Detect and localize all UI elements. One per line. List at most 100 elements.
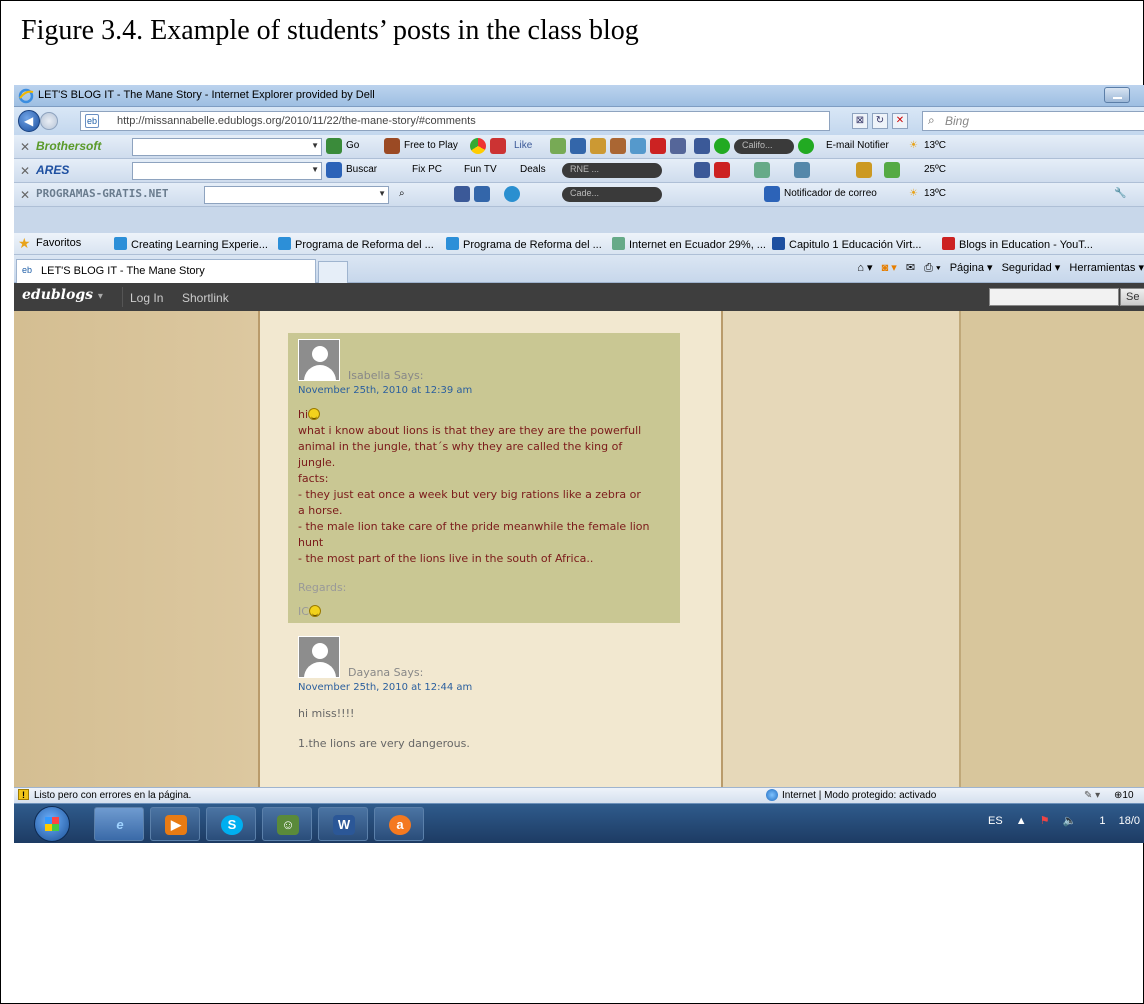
ie-logo-icon [18, 88, 34, 104]
log-in-link[interactable]: Log In [130, 291, 163, 305]
back-button[interactable] [18, 110, 40, 132]
buscar-icon[interactable] [326, 162, 342, 178]
toolbar-brothersoft: ✕ Brothersoft Go Free to Play Like Calif… [14, 135, 1144, 159]
go-search-icon[interactable] [326, 138, 342, 154]
weather-temp: 13ºC [924, 188, 946, 199]
app-icon[interactable] [504, 186, 520, 202]
volume-icon[interactable]: 🔈 [1063, 815, 1077, 827]
clock[interactable]: 1 18/0 [1089, 815, 1140, 827]
forward-button[interactable] [40, 112, 58, 130]
figure-frame: Figure 3.4. Example of students’ posts i… [0, 0, 1144, 1004]
favorites-star-icon[interactable]: ★ [18, 235, 31, 252]
refresh-icon[interactable]: ↻ [872, 113, 888, 129]
deals-button[interactable]: Deals [520, 164, 546, 175]
feeds-icon[interactable]: ◙ ▾ [882, 262, 897, 274]
app-icon[interactable] [474, 186, 490, 202]
favorite-item[interactable]: Programa de Reforma del ... [278, 237, 434, 251]
chat-icon[interactable] [630, 138, 646, 154]
read-mail-icon[interactable]: ✉ [906, 262, 915, 274]
admin-search-input[interactable] [989, 288, 1119, 306]
compat-view-icon[interactable]: ⊠ [852, 113, 868, 129]
radio-station-select[interactable]: Califo... [734, 139, 794, 154]
language-indicator[interactable]: ES [988, 815, 1003, 827]
taskbar-media[interactable]: ▶ [150, 807, 200, 841]
fix-pc-button[interactable]: Fix PC [412, 164, 442, 175]
app-icon[interactable] [754, 162, 770, 178]
radio-select[interactable]: RNE ... [562, 163, 662, 178]
favorite-item[interactable]: Capitulo 1 Educación Virt... [772, 237, 921, 251]
edublogs-logo[interactable]: edublogs ▾ [22, 287, 103, 303]
buscar-button[interactable]: Buscar [346, 164, 377, 175]
favorites-button[interactable]: Favoritos [36, 237, 81, 249]
protected-mode-icon[interactable]: ✎ ▾ [1084, 790, 1100, 801]
app-icon-2[interactable] [570, 138, 586, 154]
facebook-icon[interactable] [694, 138, 710, 154]
volume-icon[interactable] [798, 138, 814, 154]
favorite-item[interactable]: Blogs in Education - YouT... [942, 237, 1093, 251]
taskbar-word[interactable]: W [318, 807, 368, 841]
ares-search-field[interactable] [132, 162, 322, 180]
youtube-icon[interactable] [714, 162, 730, 178]
tab-title: LET'S BLOG IT - The Mane Story [41, 265, 205, 277]
url-input[interactable]: eb http://missannabelle.edublogs.org/201… [80, 111, 830, 131]
admin-search-button[interactable]: Se [1120, 288, 1144, 306]
radio-select[interactable]: Cade... [562, 187, 662, 202]
brothersoft-search-field[interactable] [132, 138, 322, 156]
favorite-item[interactable]: Programa de Reforma del ... [446, 237, 602, 251]
angry-birds-icon[interactable] [490, 138, 506, 154]
pagina-menu[interactable]: Página ▾ [950, 262, 993, 274]
minimize-button[interactable] [1104, 87, 1130, 103]
taskbar-skype[interactable]: S [206, 807, 256, 841]
close-toolbar-icon[interactable]: ✕ [20, 164, 30, 178]
window-title: LET'S BLOG IT - The Mane Story - Interne… [38, 89, 375, 101]
go-button[interactable]: Go [346, 140, 359, 151]
youtube-icon[interactable] [650, 138, 666, 154]
shortlink-link[interactable]: Shortlink [182, 291, 229, 305]
app-icon[interactable] [794, 162, 810, 178]
app-icon[interactable] [884, 162, 900, 178]
email-notifier-button[interactable]: E-mail Notifier [826, 140, 889, 151]
play-icon[interactable] [714, 138, 730, 154]
app-icon-4[interactable] [610, 138, 626, 154]
tab-active[interactable]: eb LET'S BLOG IT - The Mane Story [16, 259, 316, 283]
home-icon[interactable]: ⌂ ▾ [857, 262, 872, 274]
chrome-icon[interactable] [470, 138, 486, 154]
taskbar-avast[interactable]: a [374, 807, 424, 841]
smiley-icon[interactable] [856, 162, 872, 178]
comment-date-link[interactable]: November 25th, 2010 at 12:39 am [298, 385, 472, 396]
favorite-item[interactable]: Creating Learning Experie... [114, 237, 268, 251]
tools-icon[interactable]: 🔧 [1114, 188, 1126, 199]
action-center-icon[interactable]: ⚑ [1040, 815, 1050, 827]
usm-icon [772, 237, 785, 250]
free-to-play-button[interactable]: Free to Play [404, 140, 458, 151]
like-button[interactable]: Like [514, 140, 532, 151]
taskbar-ie[interactable]: e [94, 807, 144, 841]
close-toolbar-icon[interactable]: ✕ [20, 140, 30, 154]
tray-expand-icon[interactable]: ▲ [1016, 815, 1027, 827]
fun-tv-button[interactable]: Fun TV [464, 164, 497, 175]
app-icon-1[interactable] [550, 138, 566, 154]
new-tab-button[interactable] [318, 261, 348, 283]
seguridad-menu[interactable]: Seguridad ▾ [1002, 262, 1061, 274]
warning-icon[interactable]: ! [18, 789, 29, 800]
taskbar-users[interactable]: ☺ [262, 807, 312, 841]
start-button[interactable] [34, 806, 70, 842]
app-icon-5[interactable] [670, 138, 686, 154]
facebook-icon[interactable] [694, 162, 710, 178]
game-icon [384, 138, 400, 154]
zoom-level[interactable]: ⊕10 [1114, 790, 1134, 801]
app-icon-3[interactable] [590, 138, 606, 154]
print-icon[interactable]: ⎙ ▾ [924, 262, 940, 274]
notificador-button[interactable]: Notificador de correo [784, 188, 877, 199]
mail-icon[interactable] [764, 186, 780, 202]
search-input[interactable]: ⌕ Bing [922, 111, 1144, 131]
stop-icon[interactable]: ✕ [892, 113, 908, 129]
comment-date-link[interactable]: November 25th, 2010 at 12:44 am [298, 682, 472, 693]
search-icon[interactable]: ⌕ [399, 188, 405, 199]
comment-dayana: Dayana Says: November 25th, 2010 at 12:4… [288, 636, 680, 787]
favorite-item[interactable]: Internet en Ecuador 29%, ... [612, 237, 766, 251]
programas-search-field[interactable] [204, 186, 389, 204]
close-toolbar-icon[interactable]: ✕ [20, 188, 30, 202]
herramientas-menu[interactable]: Herramientas ▾ [1069, 262, 1144, 274]
facebook-icon[interactable] [454, 186, 470, 202]
